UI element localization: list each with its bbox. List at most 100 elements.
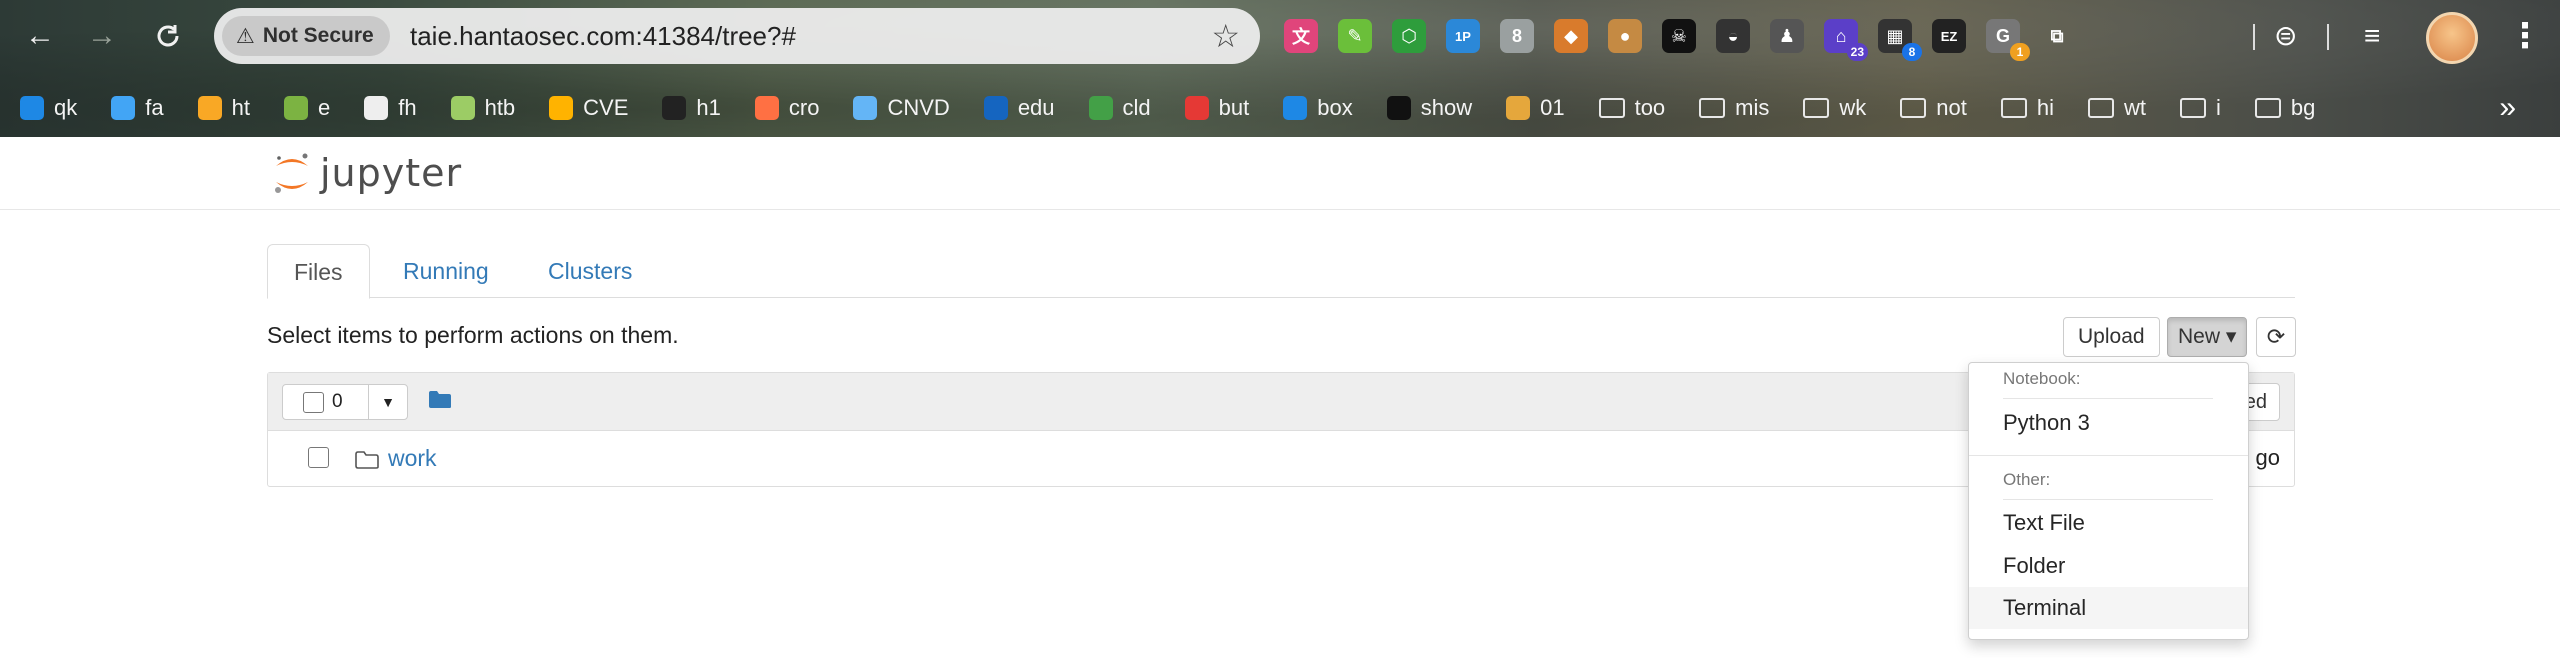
hacker-extension-icon[interactable]: ☠ (1662, 19, 1696, 53)
select-all-checkbox[interactable] (303, 391, 324, 413)
select-all-button[interactable]: 0 (283, 385, 369, 419)
bookmark-cnvd[interactable]: CNVD (833, 86, 963, 130)
ez-extension-icon[interactable]: EZ (1932, 19, 1966, 53)
hat-extension-icon[interactable]: ◒ (1716, 19, 1750, 53)
bookmark-fh[interactable]: fh (344, 86, 430, 130)
bottle-extension-icon[interactable]: 8 (1500, 19, 1534, 53)
extensions-toolbar: 文 ✎ ⬡ 1P 8 ◆ ● ☠ ◒ ♟ ⌂ 23 ▦ 8 EZ G 1 ⧉ (1284, 12, 2074, 61)
row-name-link[interactable]: work (388, 445, 437, 472)
reading-list-icon[interactable]: ≡ (2364, 12, 2380, 60)
bookmark-but[interactable]: but (1165, 86, 1264, 130)
leaf-extension-icon[interactable]: ✎ (1338, 19, 1372, 53)
folder-outline-icon (1900, 98, 1927, 118)
row-checkbox[interactable] (308, 447, 329, 468)
browser-chrome: ← → ⚠ Not Secure taie.hantaosec.com:4138… (0, 0, 2560, 137)
bookmark-folder-wk[interactable]: wk (1783, 86, 1880, 130)
bookmark-label: fh (398, 95, 417, 120)
bookmark-favicon-icon (283, 96, 308, 120)
bookmark-folder-not[interactable]: not (1880, 86, 1981, 130)
translate-extension-icon[interactable]: 文 (1284, 19, 1318, 53)
g-extension-icon[interactable]: G1 (1986, 19, 2030, 61)
tab-running[interactable]: Running (377, 244, 515, 298)
folder-solid-icon[interactable] (428, 390, 452, 409)
new-dropdown-menu: Notebook: Python 3 Other: Text File Fold… (1968, 362, 2249, 640)
bookmark-favicon-icon (853, 96, 878, 120)
menu-divider (2003, 398, 2213, 399)
puzzle-extension-icon[interactable]: ⧉ (2040, 19, 2074, 53)
figure-extension-icon[interactable]: ♟ (1770, 19, 1804, 53)
bookmark-folder-label: wt (2124, 95, 2146, 120)
refresh-icon[interactable]: ⟳ (2256, 317, 2296, 357)
bookmark-label: edu (1017, 95, 1055, 120)
bookmark-cld[interactable]: cld (1069, 86, 1165, 130)
bookmark-folder-too[interactable]: too (1579, 86, 1680, 130)
folder-outline-icon (2000, 98, 2027, 118)
jupyter-logo[interactable]: jupyter (272, 147, 462, 199)
bookmark-01[interactable]: 01 (1486, 86, 1578, 130)
more-menu-icon[interactable]: ⋮ (2508, 12, 2542, 60)
folder-outline-icon (1598, 98, 1625, 118)
grid-extension-icon[interactable]: ▦ 8 (1878, 19, 1922, 61)
menu-divider (2003, 499, 2213, 500)
not-secure-label: Not Secure (262, 24, 374, 47)
bookmark-box[interactable]: box (1263, 86, 1366, 130)
1p-extension-icon[interactable]: 1P (1446, 19, 1480, 53)
bookmark-folder-hi[interactable]: hi (1981, 86, 2068, 130)
select-menu-caret-icon[interactable]: ▼ (369, 385, 407, 419)
bookmark-folder-label: too (1634, 95, 1666, 120)
bookmark-fa[interactable]: fa (91, 86, 177, 130)
forward-arrow-icon[interactable]: → (80, 14, 124, 58)
bookmark-favicon-icon (1386, 96, 1411, 120)
reload-icon[interactable] (146, 14, 190, 58)
notebook-section-header: Notebook: (2003, 369, 2081, 388)
cookie-extension-icon[interactable]: ● (1608, 19, 1642, 53)
bookmark-star-icon[interactable]: ☆ (1211, 16, 1240, 56)
bookmark-label: qk (54, 95, 78, 120)
bookmark-folder-i[interactable]: i (2160, 86, 2235, 130)
extension-badge: 1 (2010, 43, 2030, 61)
menu-item-terminal[interactable]: Terminal (1969, 587, 2248, 629)
more-bookmarks-chevron-icon[interactable]: » (2499, 86, 2516, 130)
select-all-group: 0 ▼ (282, 384, 408, 420)
bookmark-folder-wt[interactable]: wt (2068, 86, 2160, 130)
bookmark-folder-bg[interactable]: bg (2235, 86, 2329, 130)
bookmark-cve[interactable]: CVE (529, 86, 642, 130)
back-arrow-icon[interactable]: ← (18, 14, 62, 58)
bookmarks-bar: qk fa ht e fh htb CVE h1 cro CNVD edu cld but box show… (0, 86, 2560, 130)
upload-button[interactable]: Upload (2063, 317, 2160, 357)
bookmark-ht[interactable]: ht (178, 86, 264, 130)
menu-item-folder[interactable]: Folder (1969, 545, 2248, 587)
bookmark-e[interactable]: e (264, 86, 344, 130)
bookmark-show[interactable]: show (1367, 86, 1486, 130)
bookmark-h1[interactable]: h1 (642, 86, 734, 130)
tab-clusters[interactable]: Clusters (522, 244, 658, 298)
bookmark-folder-mis[interactable]: mis (1679, 86, 1783, 130)
extension-badge: 8 (1902, 43, 1922, 61)
incognito-glasses-icon[interactable]: ⊜ (2274, 12, 2297, 60)
bookmark-folder-label: hi (2036, 95, 2054, 120)
bookmark-favicon-icon (983, 96, 1008, 120)
bookmark-label: fa (145, 95, 164, 120)
hex-extension-icon[interactable]: ⬡ (1392, 19, 1426, 53)
bookmark-folder-label: bg (2290, 95, 2316, 120)
url-text[interactable]: taie.hantaosec.com:41384/tree?# (410, 8, 796, 64)
toolbar-divider (2253, 24, 2255, 50)
bookmark-cro[interactable]: cro (735, 86, 834, 130)
menu-item-text-file[interactable]: Text File (1969, 502, 2248, 544)
profile-avatar[interactable] (2426, 12, 2478, 64)
other-section-header: Other: (2003, 470, 2051, 489)
tab-files[interactable]: Files (267, 244, 370, 299)
toolbar-divider (2327, 24, 2329, 50)
bookmark-htb[interactable]: htb (431, 86, 530, 130)
address-bar[interactable]: ⚠ Not Secure taie.hantaosec.com:41384/tr… (214, 8, 1260, 64)
new-dropdown-button[interactable]: New ▾ (2167, 317, 2248, 357)
bookmark-qk[interactable]: qk (0, 86, 91, 130)
bookmark-label: h1 (696, 95, 721, 120)
bookmark-folder-label: not (1936, 95, 1967, 120)
graduation-extension-icon[interactable]: ⌂ 23 (1824, 19, 1868, 61)
bookmark-edu[interactable]: edu (964, 86, 1069, 130)
bookmark-favicon-icon (754, 96, 779, 120)
puzzle-color-extension-icon[interactable]: ◆ (1554, 19, 1588, 53)
menu-item-python-3[interactable]: Python 3 (1969, 402, 2248, 444)
not-secure-chip[interactable]: ⚠ Not Secure (222, 16, 390, 56)
